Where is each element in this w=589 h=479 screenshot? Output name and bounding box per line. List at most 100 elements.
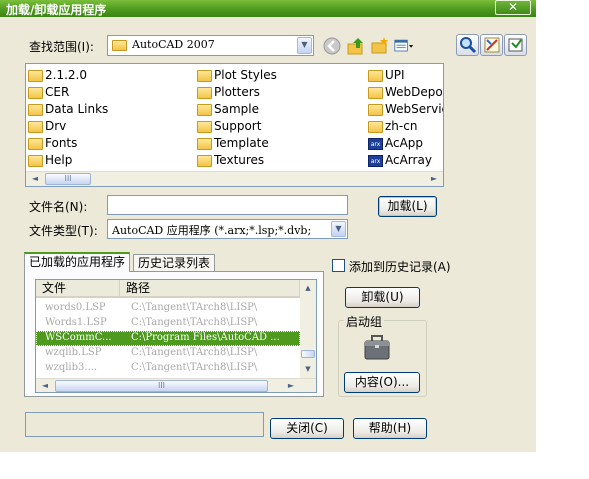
scroll-right-icon[interactable]: ► [427, 173, 441, 185]
app-path-cell: C:\Tangent\TArch8\LISP\ [131, 347, 258, 358]
folder-icon [197, 121, 212, 133]
file-name: Template [214, 136, 269, 150]
file-browser-list[interactable]: 2.1.2.0 CER Data Links Drv Fonts Help Plot St… [25, 63, 444, 187]
app-list-horizontal-scrollbar[interactable]: ◄ III ► [36, 378, 316, 392]
load-button[interactable]: 加载(L) [378, 196, 437, 217]
add-to-history-checkbox[interactable] [332, 259, 345, 272]
table-row[interactable]: words0.LSP C:\Tangent\TArch8\LISP\ [36, 301, 300, 316]
new-folder-icon[interactable] [370, 36, 390, 56]
folder-icon [197, 155, 212, 167]
unload-button[interactable]: 卸载(U) [345, 287, 420, 308]
folder-icon [28, 104, 43, 116]
folder-icon [368, 121, 383, 133]
app-path-cell: C:\Program Files\AutoCAD ... [131, 332, 280, 343]
views-icon[interactable] [394, 36, 414, 56]
filename-label: 文件名(N): [29, 200, 88, 214]
column-header-path[interactable]: 路径 [120, 280, 300, 298]
folder-icon [197, 104, 212, 116]
file-name: zh-cn [385, 119, 418, 133]
filetype-label: 文件类型(T): [29, 224, 98, 238]
column-header-file[interactable]: 文件 [36, 280, 120, 298]
close-button[interactable]: 关闭(C) [270, 418, 344, 439]
folder-icon [368, 70, 383, 82]
folder-icon [197, 87, 212, 99]
filetype-dropdown[interactable]: AutoCAD 应用程序 (*.arx;*.lsp;*.dvb; ▼ [107, 219, 348, 239]
file-name: CER [45, 85, 70, 99]
folder-icon [28, 87, 43, 99]
tools-button[interactable] [480, 34, 503, 56]
scroll-thumb[interactable]: III [55, 380, 268, 392]
app-file-cell: wzqlib.LSP [45, 347, 102, 358]
contents-button[interactable]: 内容(O)... [344, 372, 420, 393]
file-name: Drv [45, 119, 67, 133]
tab-loaded-applications[interactable]: 已加载的应用程序 [24, 252, 131, 272]
loaded-applications-list[interactable]: 文件 路径 words0.LSP C:\Tangent\TArch8\LISP\ W… [35, 279, 317, 393]
folder-icon [28, 121, 43, 133]
app-file-cell: words0.LSP [45, 302, 106, 313]
folder-icon [28, 155, 43, 167]
extra-icon [508, 38, 523, 52]
table-row[interactable]: wzqlib3.... C:\Tangent\TArch8\LISP\ [36, 361, 300, 376]
scroll-left-icon[interactable]: ◄ [28, 173, 42, 185]
scroll-thumb[interactable]: III [45, 173, 91, 185]
app-list-vertical-scrollbar[interactable]: ▲ ▼ [300, 280, 316, 378]
file-name: WebDepot [385, 85, 444, 99]
scroll-right-icon[interactable]: ► [284, 380, 298, 392]
app-file-cell: WSCommC... [45, 332, 112, 343]
folder-icon [112, 40, 127, 51]
app-path-cell: C:\Tangent\TArch8\LISP\ [131, 317, 258, 328]
filetype-value: AutoCAD 应用程序 (*.arx;*.lsp;*.dvb; [112, 224, 312, 237]
scroll-up-icon[interactable]: ▲ [301, 282, 315, 295]
vertical-scroll-thumb[interactable] [301, 350, 315, 358]
table-row[interactable]: WSCommC... C:\Program Files\AutoCAD ... [36, 331, 300, 346]
file-name: AcApp [385, 136, 424, 150]
magnifier-icon [460, 37, 477, 54]
folder-icon [197, 70, 212, 82]
find-button[interactable] [456, 34, 479, 56]
window-title: 加载/卸载应用程序 [6, 3, 107, 17]
app-path-cell: C:\Tangent\TArch8\LISP\ [131, 362, 258, 373]
startup-suite-label: 启动组 [344, 313, 385, 330]
briefcase-icon [364, 335, 390, 360]
up-folder-icon[interactable] [346, 36, 366, 56]
filename-input[interactable] [107, 195, 348, 215]
file-name: Data Links [45, 102, 109, 116]
file-list-horizontal-scrollbar[interactable]: ◄ III ► [26, 171, 443, 186]
folder-icon [28, 138, 43, 150]
back-icon[interactable] [322, 36, 342, 56]
arx-file-icon: arx [368, 138, 383, 150]
folder-icon [28, 70, 43, 82]
file-name: Sample [214, 102, 259, 116]
add-to-history-label[interactable]: 添加到历史记录(A) [349, 258, 451, 275]
folder-icon [368, 104, 383, 116]
file-name: AcArray [385, 153, 432, 167]
file-name: Support [214, 119, 262, 133]
look-in-value: AutoCAD 2007 [132, 38, 215, 51]
help-button[interactable]: 帮助(H) [353, 418, 427, 439]
extra-tool-button[interactable] [504, 34, 527, 56]
file-name: Textures [214, 153, 265, 167]
load-unload-applications-dialog: 加载/卸载应用程序 ✕ 查找范围(I): AutoCAD 2007 ▼ 2.1.… [0, 0, 536, 452]
scroll-down-icon[interactable]: ▼ [301, 363, 315, 376]
table-row[interactable]: wzqlib.LSP C:\Tangent\TArch8\LISP\ [36, 346, 300, 361]
file-name: Plotters [214, 85, 260, 99]
file-name: Fonts [45, 136, 78, 150]
app-path-cell: C:\Tangent\TArch8\LISP\ [131, 302, 258, 313]
close-window-button[interactable]: ✕ [495, 0, 531, 15]
title-bar[interactable]: 加载/卸载应用程序 ✕ [0, 0, 536, 17]
tab-history-list[interactable]: 历史记录列表 [133, 254, 216, 272]
file-name: 2.1.2.0 [45, 68, 87, 82]
file-name: UPI [385, 68, 405, 82]
app-file-cell: wzqlib3.... [45, 362, 98, 373]
table-row[interactable]: Words1.LSP C:\Tangent\TArch8\LISP\ [36, 316, 300, 331]
look-in-dropdown[interactable]: AutoCAD 2007 ▼ [107, 35, 314, 56]
arx-file-icon: arx [368, 155, 383, 167]
file-name: Plot Styles [214, 68, 277, 82]
folder-icon [197, 138, 212, 150]
chevron-down-icon[interactable]: ▼ [297, 37, 312, 54]
chevron-down-icon[interactable]: ▼ [331, 221, 346, 237]
app-file-cell: Words1.LSP [45, 317, 107, 328]
scroll-left-icon[interactable]: ◄ [38, 380, 52, 392]
file-name: Help [45, 153, 73, 167]
file-name: WebServic [385, 102, 444, 116]
